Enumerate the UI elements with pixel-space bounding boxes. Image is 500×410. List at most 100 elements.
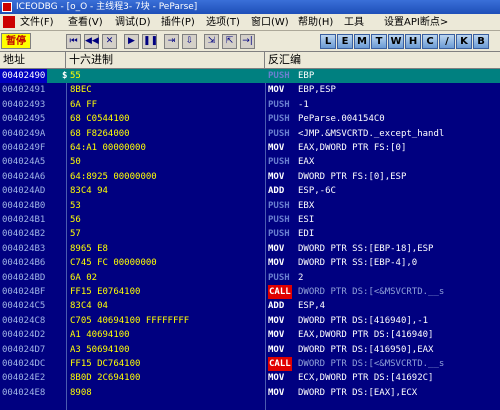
- breakpoints-window-button[interactable]: B: [473, 34, 489, 49]
- row-hex-bytes: 6A 02: [70, 272, 98, 283]
- disasm-row[interactable]: 004024B3 8965 E8 MOV DWORD PTR SS:[EBP-18],…: [0, 242, 500, 256]
- disasm-row[interactable]: 004024B1 56 PUSH ESI: [0, 213, 500, 227]
- disasm-row[interactable]: 004024B0 53 PUSH EBX: [0, 199, 500, 213]
- row-operands: EDI: [298, 229, 315, 240]
- disasm-row[interactable]: 004024BF FF15 E0764100 CALL DWORD PTR DS:[<…: [0, 285, 500, 299]
- row-hex-bytes: 8965 E8: [70, 243, 108, 254]
- disasm-row[interactable]: 004024A6 64:8925 00000000 MOV DWORD PTR FS:…: [0, 170, 500, 184]
- column-headers: 地址 十六进制 反汇编: [0, 52, 500, 69]
- app-menu-icon[interactable]: [3, 16, 15, 28]
- row-mnemonic: MOV: [268, 330, 285, 341]
- windows-window-button[interactable]: W: [388, 34, 404, 49]
- row-hex-bytes: 57: [70, 229, 81, 240]
- row-operands: DWORD PTR DS:[416950],EAX: [298, 344, 434, 355]
- column-header-disasm[interactable]: 反汇编: [265, 52, 500, 68]
- row-operands: ESP,4: [298, 301, 326, 312]
- disasm-row[interactable]: 00402493 6A FF PUSH -1: [0, 98, 500, 112]
- disasm-row[interactable]: 004024AD 83C4 94 ADD ESP,-6C: [0, 184, 500, 198]
- disasm-row[interactable]: 004024BD 6A 02 PUSH 2: [0, 271, 500, 285]
- row-hex-bytes: 83C4 94: [70, 186, 108, 197]
- disasm-row[interactable]: 004024C8 C705 40694100 FFFFFFFF MOV DWORD P…: [0, 314, 500, 328]
- step-into-icon[interactable]: ⇥: [164, 34, 179, 49]
- modules-window-button[interactable]: E: [337, 34, 353, 49]
- row-mnemonic: ADD: [268, 186, 285, 197]
- disasm-row[interactable]: 004024C5 83C4 04 ADD ESP,4: [0, 299, 500, 313]
- disasm-row[interactable]: 004024A5 50 PUSH EAX: [0, 155, 500, 169]
- cpu-window-button[interactable]: C: [422, 34, 438, 49]
- row-mnemonic: MOV: [268, 85, 285, 96]
- rewind-icon[interactable]: ◀◀: [84, 34, 99, 49]
- pause-status: 暂停: [1, 33, 31, 49]
- row-operands: EAX: [298, 157, 315, 168]
- column-header-hex[interactable]: 十六进制: [66, 52, 265, 68]
- disasm-row[interactable]: 00402490 $55 PUSH EBP: [0, 69, 500, 83]
- row-address: 004024C5: [2, 301, 46, 312]
- menu-options[interactable]: 选项(T): [206, 14, 240, 31]
- menu-view[interactable]: 查看(V): [68, 14, 103, 31]
- row-mnemonic: CALL: [268, 285, 292, 299]
- menu-file[interactable]: 文件(F): [20, 14, 54, 31]
- call-stack-window-button[interactable]: K: [456, 34, 472, 49]
- row-address: 004024DC: [2, 359, 46, 369]
- threads-window-button[interactable]: T: [371, 34, 387, 49]
- trace-into-icon[interactable]: ⇲: [204, 34, 219, 49]
- close-icon[interactable]: ✕: [102, 34, 117, 49]
- disasm-row[interactable]: 004024DC FF15 DC764100 CALL DWORD PTR DS:[<…: [0, 357, 500, 371]
- open-icon[interactable]: ⏮: [66, 34, 81, 49]
- row-mnemonic: ADD: [268, 301, 285, 312]
- menu-set-api-breakpoint[interactable]: 设置API断点>: [384, 14, 448, 31]
- menu-debug[interactable]: 调试(D): [115, 14, 151, 31]
- row-operands: DWORD PTR DS:[EAX],ECX: [298, 387, 418, 398]
- row-mnemonic: MOV: [268, 143, 285, 153]
- entry-marker: $: [62, 71, 68, 81]
- disasm-row[interactable]: 00402491 8BEC MOV EBP,ESP: [0, 83, 500, 97]
- row-mnemonic: PUSH: [268, 157, 290, 168]
- row-address: 004024BD: [2, 272, 46, 283]
- row-mnemonic: PUSH: [268, 71, 290, 81]
- row-mnemonic: PUSH: [268, 215, 290, 225]
- pause-icon[interactable]: ❚❚: [142, 34, 158, 49]
- handles-window-button[interactable]: H: [405, 34, 421, 49]
- row-hex-bytes: 55: [70, 71, 81, 81]
- disasm-row[interactable]: 004024E2 8B0D 2C694100 MOV ECX,DWORD PTR DS…: [0, 371, 500, 385]
- row-mnemonic: PUSH: [268, 114, 290, 125]
- menu-bar: 文件(F) 查看(V) 调试(D) 插件(P) 选项(T) 窗口(W) 帮助(H…: [0, 14, 500, 31]
- row-hex-bytes: C705 40694100 FFFFFFFF: [70, 315, 190, 326]
- row-mnemonic: MOV: [268, 258, 285, 269]
- row-address: 00402493: [2, 99, 46, 110]
- menu-window[interactable]: 窗口(W): [251, 14, 289, 31]
- row-operands: 2: [298, 272, 304, 283]
- toolbar: 暂停 ⏮ ◀◀ ✕ ▶ ❚❚ ⇥ ⇩ ⇲ ⇱ →| L E M T W H C …: [0, 31, 500, 52]
- row-operands: EBX: [298, 200, 315, 211]
- disasm-row[interactable]: 004024D2 A1 40694100 MOV EAX,DWORD PTR DS:[…: [0, 328, 500, 342]
- step-over-icon[interactable]: ⇩: [182, 34, 197, 49]
- row-address: 004024B2: [2, 229, 46, 240]
- column-header-address[interactable]: 地址: [0, 52, 66, 68]
- disasm-row[interactable]: 0040249A 68 F8264000 PUSH <JMP.&MSVCRTD._ex…: [0, 127, 500, 141]
- row-mnemonic: MOV: [268, 373, 285, 384]
- disasm-row[interactable]: 00402495 68 C0544100 PUSH PeParse.004154C0: [0, 112, 500, 126]
- menu-plugins[interactable]: 插件(P): [161, 14, 195, 31]
- execute-till-return-icon[interactable]: →|: [240, 34, 255, 49]
- row-mnemonic: PUSH: [268, 128, 290, 139]
- menu-tools[interactable]: 工具: [344, 14, 364, 31]
- row-operands: DWORD PTR SS:[EBP-18],ESP: [298, 243, 434, 254]
- title-bar: ICEODBG - [o_O - 主线程3- 7块 - PeParse]: [0, 0, 500, 14]
- disasm-row[interactable]: 004024E8 8908 MOV DWORD PTR DS:[EAX],ECX: [0, 386, 500, 400]
- row-hex-bytes: A1 40694100: [70, 330, 130, 341]
- run-icon[interactable]: ▶: [124, 34, 139, 49]
- disasm-row[interactable]: 004024B6 C745 FC 00000000 MOV DWORD PTR SS:…: [0, 256, 500, 270]
- menu-help[interactable]: 帮助(H): [298, 14, 333, 31]
- trace-over-icon[interactable]: ⇱: [222, 34, 237, 49]
- row-address: 004024B1: [2, 215, 46, 225]
- patches-window-button[interactable]: /: [439, 34, 455, 49]
- log-window-button[interactable]: L: [320, 34, 336, 49]
- disasm-row[interactable]: 004024D7 A3 50694100 MOV DWORD PTR DS:[4169…: [0, 343, 500, 357]
- row-mnemonic: MOV: [268, 387, 285, 398]
- row-mnemonic: MOV: [268, 344, 285, 355]
- disasm-row[interactable]: 004024B2 57 PUSH EDI: [0, 227, 500, 241]
- disasm-row[interactable]: 0040249F 64:A1 00000000 MOV EAX,DWORD PTR F…: [0, 141, 500, 155]
- row-hex-bytes: 8908: [70, 387, 92, 398]
- row-operands: ESP,-6C: [298, 186, 336, 197]
- memory-window-button[interactable]: M: [354, 34, 370, 49]
